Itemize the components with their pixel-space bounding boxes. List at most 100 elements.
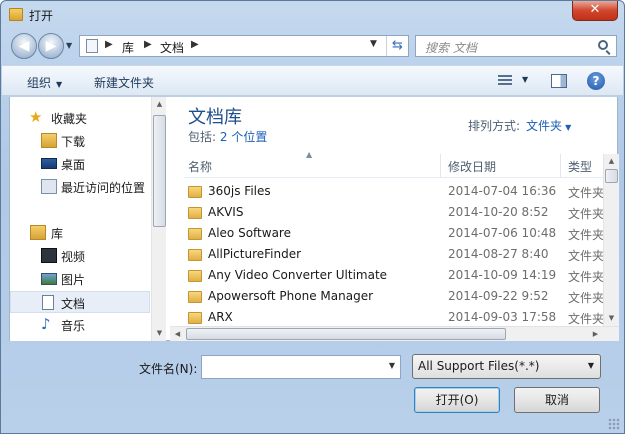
file-type: 文件夹 xyxy=(568,270,604,284)
chevron-down-icon[interactable]: ▼ xyxy=(565,123,571,132)
file-name: AKVIS xyxy=(208,205,244,219)
sidebar-item-desktop[interactable]: 桌面 xyxy=(10,153,150,175)
scroll-up-icon[interactable]: ▲ xyxy=(604,154,619,169)
scroll-right-icon[interactable]: ▶ xyxy=(588,327,603,341)
breadcrumb-documents[interactable]: 文档 xyxy=(160,39,184,56)
search-icon[interactable] xyxy=(598,40,608,50)
window-title: 打开 xyxy=(29,9,54,23)
file-date-modified: 2014-07-06 10:48 xyxy=(448,226,557,240)
column-date-modified[interactable]: 修改日期 xyxy=(448,158,496,175)
sidebar-item-label: 下载 xyxy=(61,135,86,149)
filename-input[interactable]: ▼ xyxy=(201,355,401,379)
sidebar-item-downloads[interactable]: 下载 xyxy=(10,130,150,152)
downloads-folder-icon xyxy=(41,133,57,148)
file-list-scrollbar[interactable]: ▲ ▼ xyxy=(603,154,619,326)
close-button[interactable]: ✕ xyxy=(572,1,618,21)
file-date-modified: 2014-09-03 17:58 xyxy=(448,310,557,324)
file-name: Aleo Software xyxy=(208,226,291,240)
column-name[interactable]: 名称 xyxy=(188,158,212,175)
table-row[interactable]: Apowersoft Phone Manager 2014-09-22 9:52 文… xyxy=(184,287,604,308)
file-name: ARX xyxy=(208,310,233,324)
filename-label: 文件名(N): xyxy=(139,362,198,376)
navigation-bar: ◀ ▶ ▼ ▶ 库 ▶ 文档 ▶ ▼ ⇆ 搜索 文档 xyxy=(1,29,624,63)
chevron-down-icon[interactable]: ▼ xyxy=(588,361,594,370)
chevron-down-icon[interactable]: ▼ xyxy=(389,361,395,370)
recent-pages-dropdown-icon[interactable]: ▼ xyxy=(66,41,72,50)
file-type: 文件夹 xyxy=(568,312,604,326)
sidebar-item-label: 库 xyxy=(51,227,64,241)
file-type: 文件夹 xyxy=(568,249,604,263)
file-date-modified: 2014-07-04 16:36 xyxy=(448,184,557,198)
sidebar-item-documents[interactable]: 文档 xyxy=(10,291,150,313)
address-bar[interactable]: ▶ 库 ▶ 文档 ▶ ▼ ⇆ xyxy=(79,35,409,57)
table-row[interactable]: Any Video Converter Ultimate 2014-10-09 1… xyxy=(184,266,604,287)
locations-link[interactable]: 2 个位置 xyxy=(220,130,267,144)
preview-pane-icon[interactable] xyxy=(551,74,567,88)
help-icon[interactable]: ? xyxy=(587,72,605,90)
library-icon xyxy=(30,225,46,240)
organize-label: 组织 xyxy=(27,76,52,90)
column-divider[interactable] xyxy=(560,154,561,178)
sidebar-item-label: 收藏夹 xyxy=(51,112,88,126)
scroll-down-icon[interactable]: ▼ xyxy=(604,311,619,326)
sidebar-item-label: 桌面 xyxy=(61,158,86,172)
table-row[interactable]: 360js Files 2014-07-04 16:36 文件夹 xyxy=(184,182,604,203)
scroll-left-icon[interactable]: ◀ xyxy=(170,327,185,341)
library-includes: 包括: 2 个位置 xyxy=(188,128,267,145)
folder-icon xyxy=(188,291,202,303)
view-options-icon[interactable] xyxy=(498,75,512,87)
sidebar-item-videos[interactable]: 视频 xyxy=(10,245,150,267)
table-row[interactable]: AKVIS 2014-10-20 8:52 文件夹 xyxy=(184,203,604,224)
star-icon: ★ xyxy=(29,108,43,126)
view-dropdown-icon[interactable]: ▼ xyxy=(522,75,528,84)
refresh-button[interactable]: ⇆ xyxy=(386,36,408,56)
desktop-icon xyxy=(41,158,57,169)
forward-button[interactable]: ▶ xyxy=(38,33,64,59)
title-bar: 打开 ✕ xyxy=(1,1,624,29)
file-name: 360js Files xyxy=(208,184,271,198)
command-toolbar: 组织 ▼ 新建文件夹 ▼ ? xyxy=(2,65,623,96)
scroll-down-icon[interactable]: ▼ xyxy=(152,326,167,341)
sidebar-item-favorites[interactable]: ★ 收藏夹 xyxy=(10,107,150,129)
file-date-modified: 2014-09-22 9:52 xyxy=(448,289,549,303)
breadcrumb-separator[interactable]: ▶ xyxy=(191,39,199,50)
sidebar-item-label: 图片 xyxy=(61,273,86,287)
horizontal-scrollbar[interactable]: ◀ ▶ xyxy=(170,326,619,341)
table-row[interactable]: Aleo Software 2014-07-06 10:48 文件夹 xyxy=(184,224,604,245)
cancel-button[interactable]: 取消 xyxy=(514,387,600,413)
breadcrumb-separator[interactable]: ▶ xyxy=(144,39,152,50)
file-type-select[interactable]: All Support Files(*.*) ▼ xyxy=(412,354,601,379)
organize-button[interactable]: 组织 ▼ xyxy=(27,74,62,91)
back-button[interactable]: ◀ xyxy=(11,33,37,59)
scroll-up-icon[interactable]: ▲ xyxy=(152,97,167,112)
folder-icon xyxy=(188,312,202,324)
search-input[interactable]: 搜索 文档 xyxy=(415,35,617,57)
file-name: Any Video Converter Ultimate xyxy=(208,268,388,282)
navigation-pane: ★ 收藏夹 下载 桌面 最近访问的位置 库 视频 图片 文档 ♪ 音乐 ▲ ▼ xyxy=(10,97,166,341)
arrange-by: 排列方式: 文件夹 ▼ xyxy=(468,117,571,134)
sidebar-item-recent-places[interactable]: 最近访问的位置 xyxy=(10,176,150,198)
scrollbar-thumb[interactable] xyxy=(605,169,618,183)
column-header: ▲ 名称 修改日期 类型 xyxy=(184,150,604,178)
sidebar-item-label: 视频 xyxy=(61,250,86,264)
new-folder-button[interactable]: 新建文件夹 xyxy=(94,74,154,91)
scrollbar-thumb[interactable] xyxy=(186,328,506,340)
address-dropdown-icon[interactable]: ▼ xyxy=(370,39,377,49)
table-row[interactable]: AllPictureFinder 2014-08-27 8:40 文件夹 xyxy=(184,245,604,266)
column-type[interactable]: 类型 xyxy=(568,158,592,175)
column-divider[interactable] xyxy=(440,154,441,178)
resize-grip-icon[interactable] xyxy=(608,418,620,430)
sidebar-item-music[interactable]: ♪ 音乐 xyxy=(10,314,150,336)
folder-icon xyxy=(188,270,202,282)
sidebar-item-pictures[interactable]: 图片 xyxy=(10,268,150,290)
file-date-modified: 2014-10-20 8:52 xyxy=(448,205,549,219)
breadcrumb-separator[interactable]: ▶ xyxy=(105,39,113,50)
document-icon xyxy=(42,295,54,310)
navigation-pane-scrollbar[interactable]: ▲ ▼ xyxy=(151,97,166,341)
breadcrumb-library[interactable]: 库 xyxy=(122,39,134,56)
arrange-by-dropdown[interactable]: 文件夹 xyxy=(526,119,562,133)
open-button[interactable]: 打开(O) xyxy=(414,387,500,413)
library-title: 文档库 xyxy=(188,107,242,128)
sidebar-item-libraries[interactable]: 库 xyxy=(10,222,150,244)
scrollbar-thumb[interactable] xyxy=(153,115,166,227)
